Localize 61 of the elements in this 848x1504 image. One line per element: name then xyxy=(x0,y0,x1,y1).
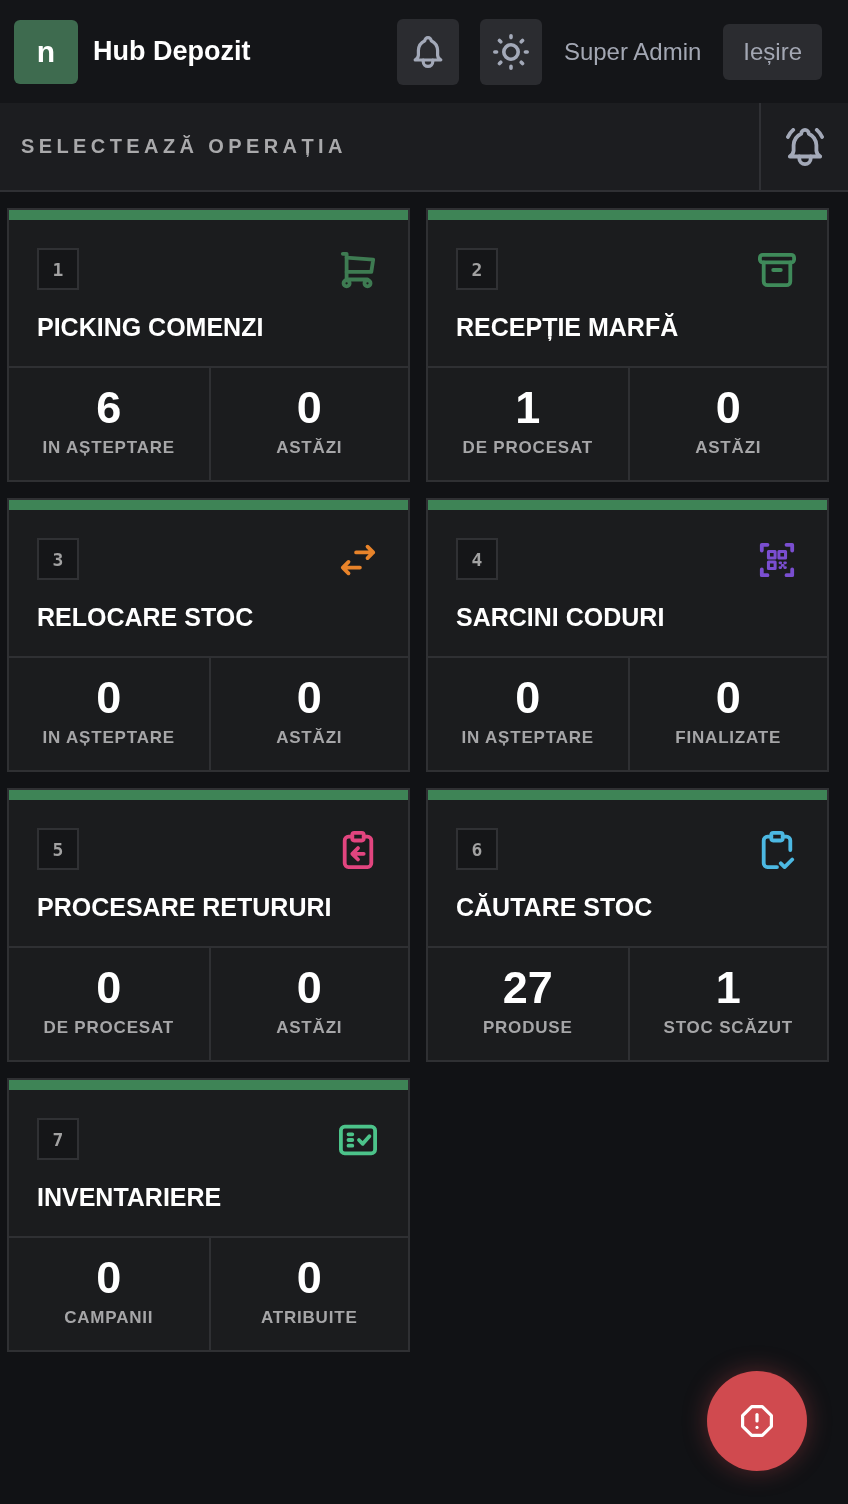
stat-label: IN AȘTEPTARE xyxy=(42,438,175,458)
step-number: 2 xyxy=(456,248,498,290)
step-number: 6 xyxy=(456,828,498,870)
stat-value: 6 xyxy=(96,384,122,432)
step-number: 3 xyxy=(37,538,79,580)
stat-value: 27 xyxy=(502,964,553,1012)
operation-card[interactable]: 6 CĂUTARE STOC 27 PRODUSE 1 STOC SCĂZUT xyxy=(426,788,829,1062)
operation-card[interactable]: 5 PROCESARE RETURURI 0 DE PROCESAT 0 ASTĂZI xyxy=(7,788,410,1062)
stat-label: CAMPANII xyxy=(64,1308,154,1328)
stat-value: 0 xyxy=(715,674,741,722)
stat-label: ASTĂZI xyxy=(695,438,762,458)
alert-button[interactable] xyxy=(707,1371,807,1471)
stat-label: IN AȘTEPTARE xyxy=(42,728,175,748)
stat-value: 0 xyxy=(296,964,322,1012)
stat-label: DE PROCESAT xyxy=(462,438,593,458)
operation-title: PICKING COMENZI xyxy=(37,312,264,342)
operation-card[interactable]: 2 RECEPȚIE MARFĂ 1 DE PROCESAT 0 ASTĂZI xyxy=(426,208,829,482)
warning-icon xyxy=(741,1405,773,1437)
operation-title: RELOCARE STOC xyxy=(37,602,254,632)
logout-button[interactable]: Ieșire xyxy=(723,23,822,80)
stat-value: 0 xyxy=(96,964,122,1012)
section-title: SELECTEAZĂ OPERAȚIA xyxy=(21,135,347,158)
operation-card[interactable]: 1 PICKING COMENZI 6 IN AȘTEPTARE 0 ASTĂZI xyxy=(7,208,410,482)
stat-label: ASTĂZI xyxy=(276,438,343,458)
stat-label: ASTĂZI xyxy=(276,1018,343,1038)
stat-label: ATRIBUITE xyxy=(260,1308,358,1328)
notifications-button[interactable] xyxy=(396,18,459,85)
operation-title: SARCINI CODURI xyxy=(456,602,665,632)
stat-label: PRODUSE xyxy=(482,1018,573,1038)
operation-title: CĂUTARE STOC xyxy=(456,892,653,922)
operation-title: PROCESARE RETURURI xyxy=(37,892,332,922)
user-name: Super Admin xyxy=(563,37,702,66)
step-number: 7 xyxy=(37,1118,79,1160)
bell-icon xyxy=(411,35,444,68)
sun-icon xyxy=(492,33,529,70)
theme-toggle-button[interactable] xyxy=(479,18,542,85)
stat-label: IN AȘTEPTARE xyxy=(461,728,594,748)
stat-label: DE PROCESAT xyxy=(43,1018,174,1038)
stat-value: 0 xyxy=(296,1254,322,1302)
stat-value: 1 xyxy=(515,384,541,432)
stat-value: 1 xyxy=(715,964,741,1012)
stat-value: 0 xyxy=(96,674,122,722)
operation-card[interactable]: 4 SARCINI CODURI 0 IN AȘTEPTARE 0 FINALIZATE xyxy=(426,498,829,772)
ringing-bell-icon xyxy=(785,127,824,166)
stat-label: FINALIZATE xyxy=(675,728,782,748)
operation-card[interactable]: 7 INVENTARIERE 0 CAMPANII 0 ATRIBUITE xyxy=(7,1078,410,1352)
stat-label: STOC SCĂZUT xyxy=(663,1018,793,1038)
logo-tile: n xyxy=(14,19,78,84)
stat-value: 0 xyxy=(296,384,322,432)
stat-value: 0 xyxy=(96,1254,122,1302)
stat-value: 0 xyxy=(515,674,541,722)
step-number: 1 xyxy=(37,248,79,290)
stat-label: ASTĂZI xyxy=(276,728,343,748)
operation-title: RECEPȚIE MARFĂ xyxy=(456,312,679,342)
operation-title: INVENTARIERE xyxy=(37,1182,222,1212)
step-number: 5 xyxy=(37,828,79,870)
step-number: 4 xyxy=(456,538,498,580)
stat-value: 0 xyxy=(715,384,741,432)
app-title: Hub Depozit xyxy=(93,36,251,67)
stat-value: 0 xyxy=(296,674,322,722)
operation-card[interactable]: 3 RELOCARE STOC 0 IN AȘTEPTARE 0 ASTĂZI xyxy=(7,498,410,772)
